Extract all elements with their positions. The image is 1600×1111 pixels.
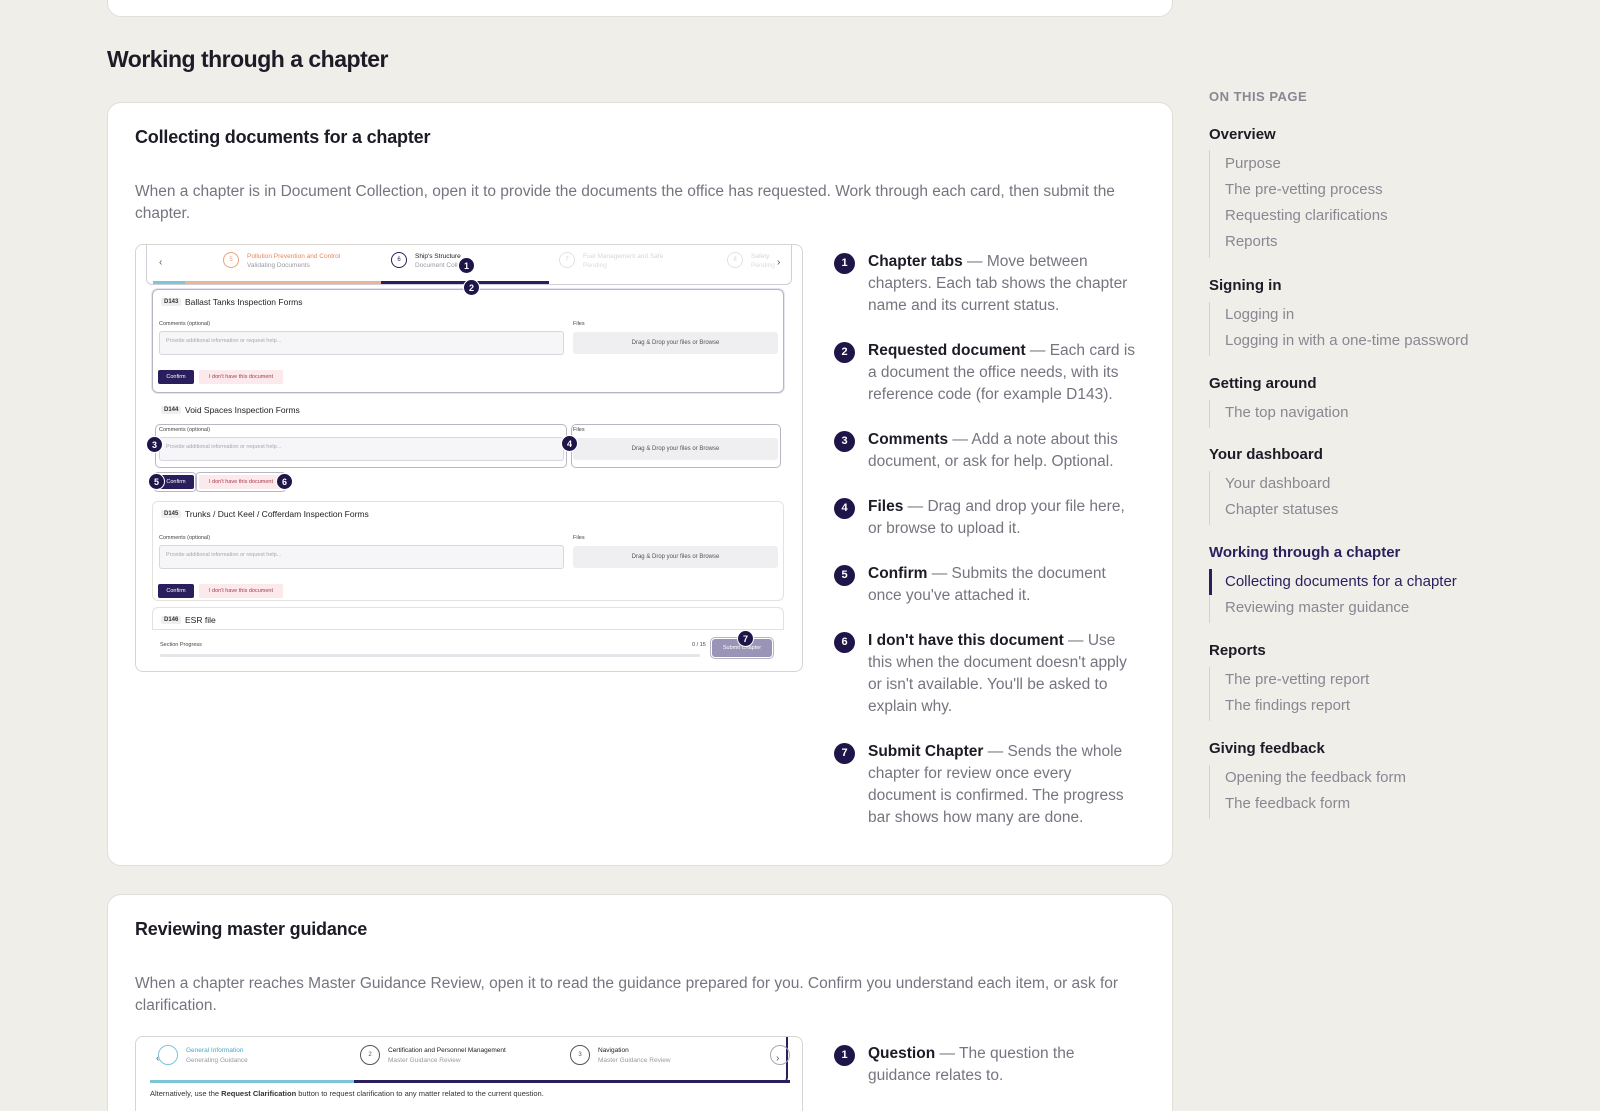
- page-title: Working through a chapter: [107, 46, 388, 72]
- previous-section-card: [107, 0, 1173, 17]
- toc-link[interactable]: Reports: [1225, 233, 1278, 250]
- chapter-tab: 7 Fuel Management and Safe Pending: [559, 245, 709, 285]
- toc-group-reports[interactable]: Reports: [1209, 642, 1266, 659]
- master-guidance-screenshot: ‹ General Information Generating Guidanc…: [135, 1036, 803, 1111]
- toc-link[interactable]: The pre-vetting report: [1225, 671, 1369, 688]
- toc-active-indicator: [1209, 569, 1212, 595]
- toc-group-overview[interactable]: Overview: [1209, 126, 1276, 143]
- toc-heading: ON THIS PAGE: [1209, 89, 1308, 104]
- toc-group-getting-around[interactable]: Getting around: [1209, 375, 1317, 392]
- toc-sublist: Opening the feedback form The feedback f…: [1209, 765, 1509, 819]
- chapter-tabs: ‹ General Information Generating Guidanc…: [150, 1037, 790, 1083]
- comment-field: Provide additional information or reques…: [159, 437, 564, 461]
- toc-group-giving-feedback[interactable]: Giving feedback: [1209, 740, 1325, 757]
- document-card: D144 Void Spaces Inspection Forms Commen…: [152, 397, 784, 495]
- toc-link[interactable]: The top navigation: [1225, 404, 1348, 421]
- collecting-documents-heading: Collecting documents for a chapter: [135, 127, 431, 147]
- callout-2: 2: [463, 279, 480, 296]
- no-document-button: I don't have this document: [199, 475, 283, 489]
- callout-4: 4: [561, 435, 578, 452]
- clarification-note: Alternatively, use the Request Clarifica…: [150, 1089, 544, 1098]
- toc-group-working-through-a-chapter[interactable]: Working through a chapter: [1209, 544, 1400, 561]
- toc-link[interactable]: Logging in with a one-time password: [1225, 332, 1468, 349]
- progress-footer: Section Progress 0 / 15 Submit Chapter: [152, 629, 784, 671]
- confirm-button: Confirm: [158, 584, 194, 598]
- callout-1: 1: [458, 257, 475, 274]
- toc-link-active[interactable]: Collecting documents for a chapter: [1225, 573, 1457, 590]
- document-collection-screenshot: ‹ 5 Pollution Prevention and Control Val…: [135, 244, 803, 672]
- toc-link[interactable]: Chapter statuses: [1225, 501, 1338, 518]
- chevron-left-icon: ‹: [159, 257, 163, 268]
- reviewing-guidance-intro: When a chapter reaches Master Guidance R…: [135, 975, 1119, 1014]
- callout-7: 7: [737, 630, 754, 647]
- file-dropzone: Drag & Drop your files or Browse: [573, 332, 778, 354]
- chevron-right-icon: ›: [776, 1053, 780, 1064]
- toc-sublist: The pre-vetting report The findings repo…: [1209, 667, 1509, 721]
- toc-sublist: Your dashboard Chapter statuses: [1209, 471, 1509, 525]
- document-card: D143 Ballast Tanks Inspection Forms Comm…: [152, 289, 784, 393]
- toc-link[interactable]: The feedback form: [1225, 795, 1350, 812]
- reviewing-guidance-heading: Reviewing master guidance: [135, 919, 368, 939]
- file-dropzone: Drag & Drop your files or Browse: [573, 438, 778, 460]
- toc-link[interactable]: The pre-vetting process: [1225, 181, 1383, 198]
- file-dropzone: Drag & Drop your files or Browse: [573, 546, 778, 568]
- toc-link[interactable]: Your dashboard: [1225, 475, 1330, 492]
- chapter-tab: 3 Navigation Master Guidance Review: [570, 1037, 750, 1077]
- toc-link[interactable]: The findings report: [1225, 697, 1350, 714]
- toc-link[interactable]: Purpose: [1225, 155, 1281, 172]
- collecting-documents-intro: When a chapter is in Document Collection…: [135, 183, 1115, 222]
- chevron-right-icon: ›: [777, 257, 781, 268]
- comment-field: Provide additional information or reques…: [159, 331, 564, 355]
- toc-group-your-dashboard[interactable]: Your dashboard: [1209, 446, 1323, 463]
- comment-field: Provide additional information or reques…: [159, 545, 564, 569]
- toc-sublist: Purpose The pre-vetting process Requesti…: [1209, 150, 1509, 258]
- chapter-tab: 2 Certification and Personnel Management…: [360, 1037, 550, 1077]
- callout-6: 6: [276, 473, 293, 490]
- toc-sublist: Logging in Logging in with a one-time pa…: [1209, 302, 1509, 356]
- document-card: D145 Trunks / Duct Keel / Cofferdam Insp…: [152, 501, 784, 601]
- toc-link[interactable]: Requesting clarifications: [1225, 207, 1388, 224]
- toc-group-signing-in[interactable]: Signing in: [1209, 277, 1282, 294]
- toc-link[interactable]: Reviewing master guidance: [1225, 599, 1409, 616]
- no-document-button: I don't have this document: [199, 584, 283, 598]
- confirm-button: Confirm: [158, 370, 194, 384]
- toc-sublist: Collecting documents for a chapter Revie…: [1209, 569, 1509, 623]
- reviewing-guidance-card: Reviewing master guidance When a chapter…: [107, 894, 1173, 1111]
- chapter-tab: 5 Pollution Prevention and Control Valid…: [223, 245, 383, 285]
- toc-link[interactable]: Logging in: [1225, 306, 1294, 323]
- section-progress-bar: [160, 654, 700, 657]
- callout-5: 5: [148, 473, 165, 490]
- toc-link[interactable]: Opening the feedback form: [1225, 769, 1406, 786]
- chapter-tab: General Information Generating Guidance: [158, 1037, 348, 1077]
- chapter-tab: [770, 1037, 790, 1077]
- toc-sublist: The top navigation: [1209, 400, 1509, 428]
- callout-3: 3: [146, 436, 163, 453]
- no-document-button: I don't have this document: [199, 370, 283, 384]
- chapter-tab: 8 Safety Pending: [727, 245, 777, 285]
- collecting-documents-card: Collecting documents for a chapter When …: [107, 102, 1173, 866]
